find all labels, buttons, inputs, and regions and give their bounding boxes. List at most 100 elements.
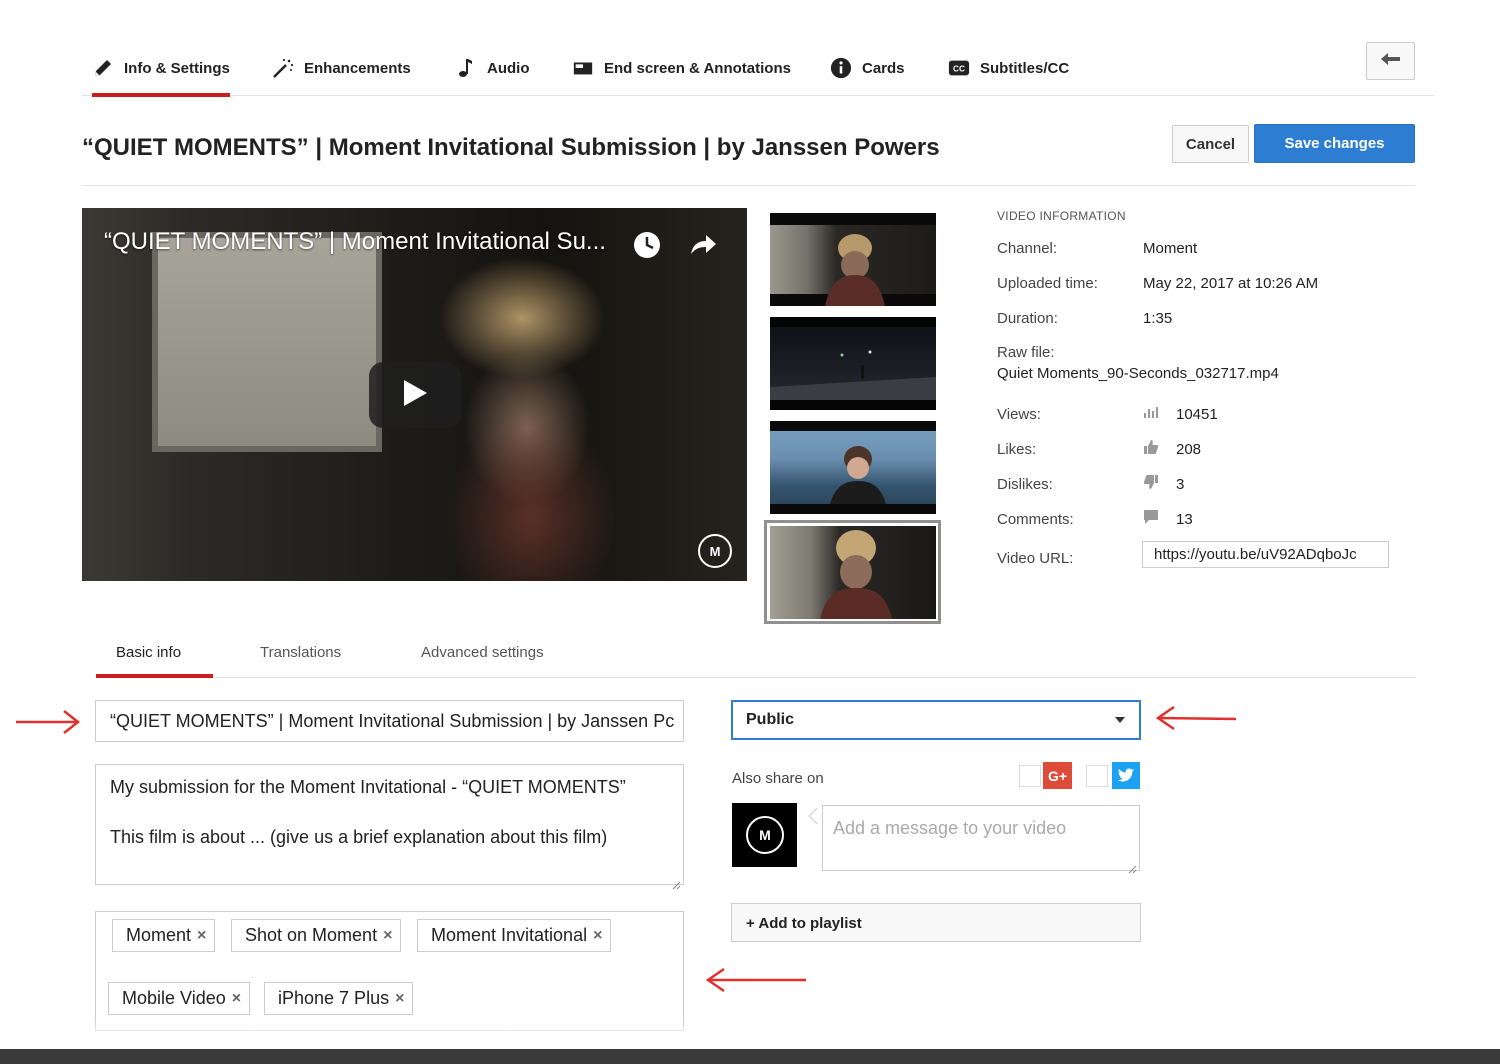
save-changes-button[interactable]: Save changes [1254,124,1415,163]
raw-file-value: Quiet Moments_90-Seconds_032717.mp4 [997,365,1279,382]
tab-label: Info & Settings [124,59,230,77]
comments-value: 13 [1176,511,1193,528]
description-line-1: My submission for the Moment Invitationa… [110,777,626,797]
info-icon [830,57,852,79]
back-button[interactable] [1366,42,1415,80]
page-title: “QUIET MOMENTS” | Moment Invitational Su… [82,134,940,161]
back-arrow-icon [1380,52,1402,71]
share-message-input[interactable]: Add a message to your video [822,805,1140,874]
uploaded-time-value: May 22, 2017 at 10:26 AM [1143,275,1319,292]
thumbs-down-icon [1143,474,1159,490]
annotation-arrow-right-icon [14,708,82,741]
share-twitter-checkbox[interactable] [1086,765,1108,787]
magic-wand-icon [272,57,294,79]
thumbnail-option-3[interactable] [770,421,936,514]
annotation-arrow-left-icon [1154,704,1238,737]
tag-label: Moment Invitational [431,925,588,945]
chevron-down-icon [1115,717,1125,723]
raw-file-label: Raw file: [997,344,1055,361]
video-url-label: Video URL: [997,550,1074,567]
tab-cards[interactable]: Cards [830,40,905,96]
likes-value: 208 [1176,441,1202,458]
tag-chip: Moment × [112,919,216,952]
thumbnail-option-1[interactable] [770,213,936,306]
play-icon [402,379,428,412]
description-textarea[interactable]: My submission for the Moment Invitationa… [95,764,684,890]
tab-subtitles-cc[interactable]: CC Subtitles/CC [948,40,1069,96]
video-title-input[interactable]: “QUIET MOMENTS” | Moment Invitational Su… [95,700,684,742]
dislikes-label: Dislikes: [997,476,1053,493]
tag-chip: Moment Invitational × [417,919,612,952]
thumbnail-option-4-selected[interactable] [770,526,936,619]
remove-tag-icon[interactable]: × [395,990,404,1008]
views-value: 10451 [1176,406,1218,423]
channel-label: Channel: [997,240,1058,257]
tab-label: Enhancements [304,59,411,77]
share-icon[interactable] [688,230,718,260]
tab-audio[interactable]: Audio [455,40,530,96]
remove-tag-icon[interactable]: × [197,927,206,945]
active-tab-indicator [96,674,213,678]
watch-later-icon[interactable] [632,230,662,260]
channel-value: Moment [1143,240,1198,257]
channel-avatar: M [732,803,797,867]
tab-info-settings[interactable]: Info & Settings [92,40,230,97]
uploaded-time-label: Uploaded time: [997,275,1098,292]
end-screen-icon [572,57,594,79]
channel-watermark-icon[interactable]: M [696,532,734,570]
tab-translations[interactable]: Translations [260,644,341,661]
tag-label: Moment [126,925,192,945]
tag-chip: Shot on Moment × [231,919,402,952]
dislikes-value: 3 [1176,476,1185,493]
remove-tag-icon[interactable]: × [383,927,392,945]
duration-label: Duration: [997,310,1058,327]
player-title: “QUIET MOMENTS” | Moment Invitational Su… [104,228,606,255]
divider [82,185,1415,186]
tab-label: Subtitles/CC [980,59,1070,77]
privacy-value: Public [746,711,795,728]
svg-text:CC: CC [953,65,965,74]
video-url-field[interactable]: https://youtu.be/uV92ADqboJc [1142,541,1389,568]
tab-basic-info[interactable]: Basic info [116,644,181,661]
likes-label: Likes: [997,441,1037,458]
cc-icon: CC [948,57,970,79]
tab-label: End screen & Annotations [604,59,791,77]
tag-chip: Mobile Video × [108,982,251,1015]
tab-advanced-settings[interactable]: Advanced settings [421,644,544,661]
bottom-fade [0,1020,1500,1050]
tag-label: iPhone 7 Plus [278,988,390,1008]
tab-enhancements[interactable]: Enhancements [272,40,411,96]
views-bar-chart-icon [1143,404,1159,420]
cancel-button[interactable]: Cancel [1172,125,1249,163]
google-plus-icon: G+ [1043,762,1072,789]
annotation-arrow-left-icon [704,966,808,999]
tab-label: Audio [487,59,530,77]
remove-tag-icon[interactable]: × [593,927,602,945]
add-to-playlist-button[interactable]: + Add to playlist [731,903,1141,942]
description-blank-line [110,800,669,825]
resize-handle-icon[interactable] [1127,858,1137,874]
also-share-on-label: Also share on [732,770,824,787]
twitter-icon [1112,762,1140,789]
thumbnail-option-2[interactable] [770,317,936,410]
duration-value: 1:35 [1143,310,1173,327]
play-button[interactable] [369,362,461,428]
svg-text:M: M [759,827,771,843]
tags-input[interactable]: Moment × Shot on Moment × Moment Invitat… [95,911,684,1031]
pencil-icon [92,57,114,79]
resize-handle-icon[interactable] [671,872,681,890]
tag-label: Mobile Video [122,988,226,1008]
description-line-2: This film is about ... (give us a brief … [110,827,608,847]
share-google-plus-checkbox[interactable] [1019,765,1041,787]
tab-label: Cards [862,59,905,77]
top-tab-bar: Info & Settings Enhancements Audio End s… [82,40,1434,97]
privacy-select[interactable]: Public [731,700,1141,740]
tab-end-screen-annotations[interactable]: End screen & Annotations [572,40,791,96]
views-label: Views: [997,406,1041,423]
remove-tag-icon[interactable]: × [232,990,241,1008]
background-poster [152,232,382,452]
music-note-icon [455,57,477,79]
video-player[interactable]: “QUIET MOMENTS” | Moment Invitational Su… [82,208,747,581]
video-information-heading: VIDEO INFORMATION [997,209,1126,223]
comment-bubble-icon [1143,509,1159,525]
